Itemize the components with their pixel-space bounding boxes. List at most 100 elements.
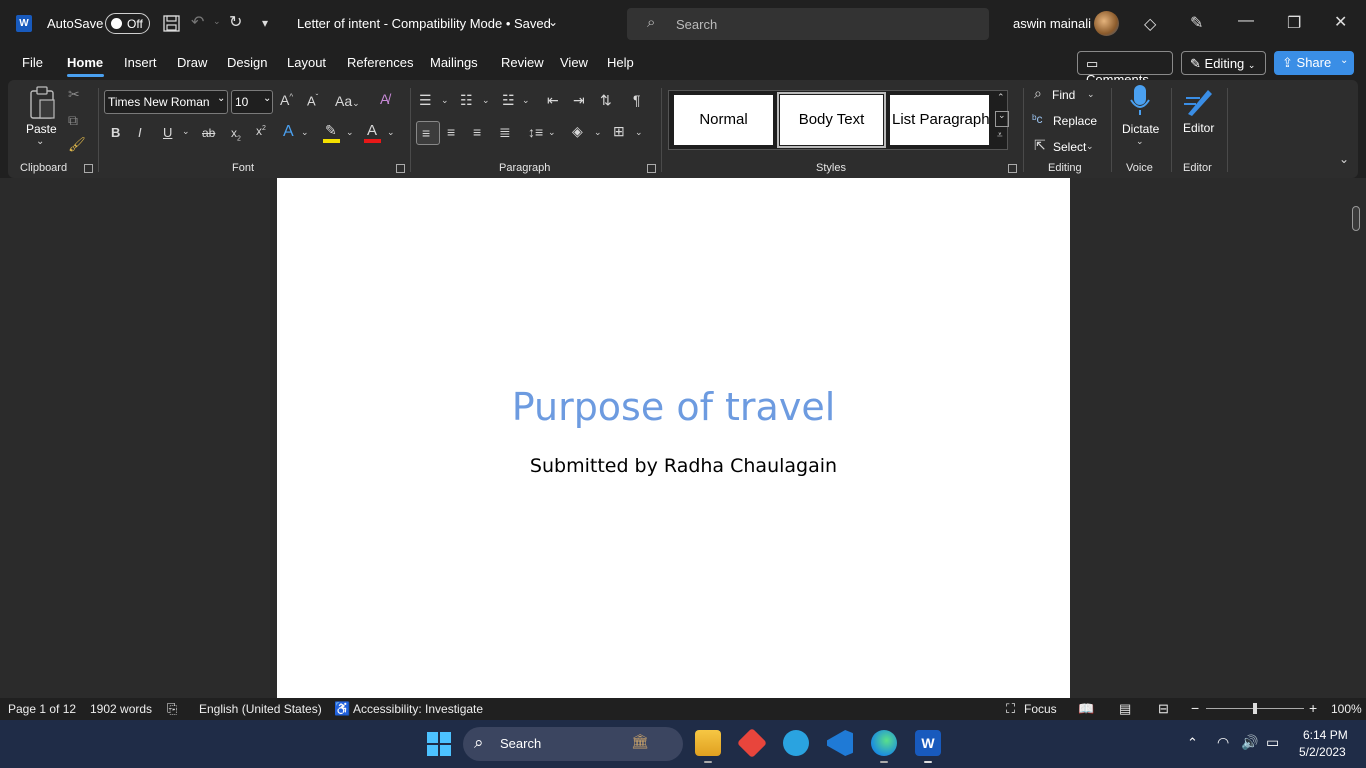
dictate-label[interactable]: Dictate: [1122, 122, 1159, 136]
select-dropdown-icon[interactable]: ⌄: [1086, 141, 1094, 152]
read-mode-icon[interactable]: 📖: [1078, 701, 1094, 717]
minimize-icon[interactable]: —: [1238, 12, 1254, 30]
proofing-icon[interactable]: ⎘: [167, 701, 177, 717]
document-title[interactable]: Letter of intent - Compatibility Mode • …: [297, 16, 551, 31]
find-dropdown-icon[interactable]: ⌄: [1087, 89, 1095, 100]
word-taskbar-icon[interactable]: W: [915, 730, 941, 756]
cut-icon[interactable]: ✂: [68, 86, 80, 103]
paste-icon[interactable]: [28, 86, 58, 120]
borders-dropdown-icon[interactable]: ⌄: [635, 127, 643, 138]
vscode-icon[interactable]: [827, 730, 853, 756]
clock-date[interactable]: 5/2/2023: [1299, 745, 1346, 759]
align-center-icon[interactable]: ≡: [447, 124, 455, 140]
comments-button[interactable]: ▭ Comments: [1077, 51, 1173, 87]
highlight-dropdown-icon[interactable]: ⌄: [346, 127, 354, 138]
windows-start-icon[interactable]: [427, 732, 451, 756]
superscript-icon[interactable]: x2: [256, 124, 266, 138]
line-spacing-icon[interactable]: ↕≡: [528, 124, 543, 140]
vertical-scrollbar-thumb[interactable]: [1352, 206, 1360, 231]
font-color-dropdown-icon[interactable]: ⌄: [387, 127, 395, 138]
align-right-icon[interactable]: ≡: [473, 124, 481, 140]
paste-dropdown-icon[interactable]: ⌄: [36, 136, 44, 147]
avatar[interactable]: [1094, 11, 1119, 36]
strikethrough-icon[interactable]: ab: [202, 126, 215, 140]
focus-label[interactable]: Focus: [1024, 702, 1057, 716]
taskbar-search[interactable]: ⌕ Search 🏛: [463, 727, 683, 761]
paste-label[interactable]: Paste: [26, 122, 57, 136]
document-heading[interactable]: Purpose of travel: [277, 385, 1070, 429]
document-page[interactable]: Purpose of travel Submitted by Radha Cha…: [277, 178, 1070, 698]
styles-scroll-down-button[interactable]: ⌄: [995, 110, 1009, 127]
numbering-dropdown-icon[interactable]: ⌄: [482, 95, 490, 106]
copy-icon[interactable]: ⧉: [68, 112, 78, 129]
zoom-level[interactable]: 100%: [1331, 702, 1362, 716]
save-icon[interactable]: [163, 15, 180, 32]
subscript-icon[interactable]: x2: [231, 126, 241, 142]
font-launcher-icon[interactable]: [396, 164, 405, 173]
document-subtitle[interactable]: Submitted by Radha Chaulagain: [277, 455, 1090, 477]
page-count[interactable]: Page 1 of 12: [8, 702, 76, 716]
shading-dropdown-icon[interactable]: ⌄: [594, 127, 602, 138]
web-layout-icon[interactable]: ⊟: [1158, 701, 1169, 717]
tab-insert[interactable]: Insert: [124, 55, 157, 70]
file-explorer-icon[interactable]: [695, 730, 721, 756]
microphone-icon[interactable]: [1129, 84, 1151, 116]
style-normal[interactable]: Normal: [674, 95, 773, 145]
format-painter-icon[interactable]: 🖌: [68, 136, 86, 153]
focus-icon[interactable]: ⛶: [1006, 701, 1015, 717]
font-name-select[interactable]: Times New Roman ⌄: [104, 90, 228, 114]
numbering-icon[interactable]: ☷: [460, 92, 473, 109]
tab-mailings[interactable]: Mailings: [430, 55, 478, 70]
tab-draw[interactable]: Draw: [177, 55, 207, 70]
change-case-icon[interactable]: Aa⌄: [335, 93, 360, 109]
styles-scroll-up-icon[interactable]: ⌃: [997, 92, 1005, 103]
italic-icon[interactable]: I: [138, 125, 142, 140]
underline-dropdown-icon[interactable]: ⌄: [182, 126, 190, 137]
style-list-paragraph[interactable]: List Paragraph: [890, 95, 989, 145]
text-effects-dropdown-icon[interactable]: ⌄: [301, 127, 309, 138]
tab-help[interactable]: Help: [607, 55, 634, 70]
git-icon[interactable]: [736, 727, 768, 759]
editing-mode-button[interactable]: ✎ Editing ⌄: [1181, 51, 1266, 75]
zoom-out-icon[interactable]: −: [1191, 700, 1199, 716]
multilevel-list-icon[interactable]: ☳: [502, 92, 515, 109]
font-color-icon[interactable]: A: [367, 122, 377, 139]
editor-pen-icon[interactable]: [1182, 84, 1216, 118]
underline-icon[interactable]: U: [163, 125, 172, 140]
editor-label[interactable]: Editor: [1183, 121, 1214, 135]
styles-launcher-icon[interactable]: [1008, 164, 1017, 173]
styles-more-icon[interactable]: ⩡: [997, 130, 1003, 141]
tray-overflow-icon[interactable]: ⌃: [1187, 735, 1198, 751]
select-label[interactable]: Select: [1053, 140, 1086, 154]
increase-indent-icon[interactable]: ⇥: [573, 92, 585, 109]
edge-icon[interactable]: [871, 730, 897, 756]
word-count[interactable]: 1902 words: [90, 702, 152, 716]
find-icon[interactable]: ⌕: [1034, 85, 1042, 102]
battery-icon[interactable]: ▭: [1266, 734, 1279, 751]
decrease-indent-icon[interactable]: ⇤: [547, 92, 559, 109]
collapse-ribbon-icon[interactable]: ⌄: [1339, 152, 1349, 166]
tab-review[interactable]: Review: [501, 55, 544, 70]
clipboard-launcher-icon[interactable]: [84, 164, 93, 173]
pen-icon[interactable]: ✎: [1190, 13, 1203, 33]
volume-icon[interactable]: 🔊: [1241, 734, 1258, 751]
undo-dropdown-icon[interactable]: ⌄: [213, 16, 221, 27]
autosave-toggle[interactable]: Off: [105, 13, 150, 34]
justify-icon[interactable]: ≣: [499, 124, 511, 141]
dictate-dropdown-icon[interactable]: ⌄: [1136, 136, 1144, 147]
tab-home[interactable]: Home: [67, 55, 103, 70]
telegram-icon[interactable]: [783, 730, 809, 756]
shading-icon[interactable]: ◈: [572, 123, 583, 140]
multilevel-dropdown-icon[interactable]: ⌄: [522, 95, 530, 106]
tab-design[interactable]: Design: [227, 55, 267, 70]
bullets-icon[interactable]: ☰: [419, 92, 432, 109]
replace-icon[interactable]: ᵇc: [1032, 112, 1043, 126]
text-effects-icon[interactable]: A: [283, 123, 294, 141]
clear-formatting-icon[interactable]: A̸: [380, 91, 389, 107]
tab-file[interactable]: File: [22, 55, 43, 70]
grow-font-icon[interactable]: A^: [280, 92, 293, 108]
diamond-icon[interactable]: ◇: [1144, 14, 1156, 34]
shrink-font-icon[interactable]: Aˇ: [307, 93, 318, 108]
redo-icon[interactable]: ↻: [229, 12, 242, 32]
bold-icon[interactable]: B: [111, 125, 120, 140]
